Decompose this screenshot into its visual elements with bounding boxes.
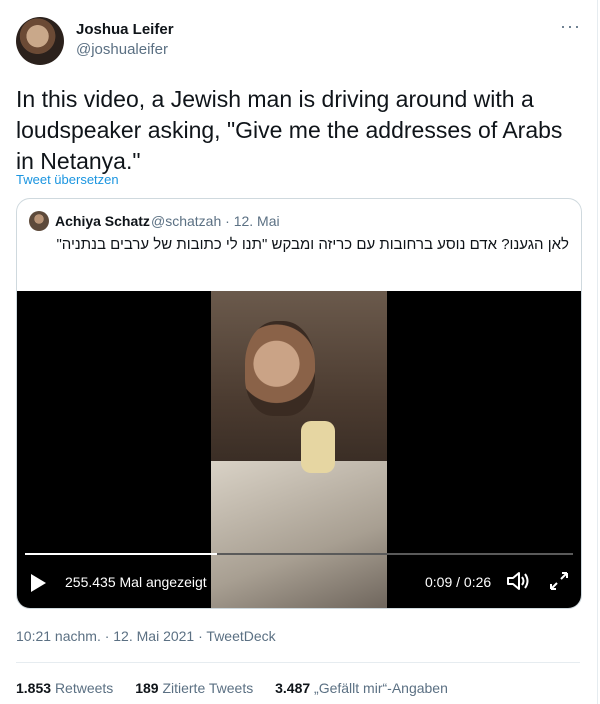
author-name[interactable]: Joshua Leifer	[76, 21, 174, 38]
quote-text: לאן הגענו? אדם נוסע ברחובות עם כריזה ומב…	[56, 236, 569, 253]
video-time: 0:09 / 0:26	[425, 574, 492, 590]
video-player[interactable]: 255.435 Mal angezeigt 0:09 / 0:26	[17, 291, 581, 608]
author-handle[interactable]: @joshualeifer	[76, 41, 168, 58]
video-subject-body	[211, 461, 387, 608]
quotes-label: Zitierte Tweets	[162, 680, 254, 696]
retweets-label: Retweets	[54, 680, 114, 696]
translate-link[interactable]: Tweet übersetzen	[16, 172, 119, 187]
play-icon[interactable]	[31, 574, 46, 592]
tweet-card: Joshua Leifer @joshualeifer ··· In this …	[0, 0, 598, 704]
quotes-stat[interactable]: 189 Zitierte Tweets	[135, 680, 257, 696]
video-subject	[245, 321, 315, 416]
quote-handle: @schatzah	[151, 213, 222, 229]
retweets-stat[interactable]: 1.853 Retweets	[16, 680, 117, 696]
tweet-text: In this video, a Jewish man is driving a…	[16, 86, 563, 174]
likes-count: 3.487	[275, 680, 311, 696]
video-frame	[211, 291, 387, 608]
video-microphone	[301, 421, 335, 473]
quote-avatar[interactable]	[29, 211, 49, 231]
likes-label: „Gefällt mir“-Angaben	[314, 680, 448, 696]
quote-author-name[interactable]: Achiya Schatz	[55, 213, 150, 229]
video-progress-fill	[25, 553, 217, 555]
divider	[16, 662, 580, 663]
more-icon[interactable]: ···	[560, 16, 581, 37]
quotes-count: 189	[135, 680, 159, 696]
volume-icon[interactable]	[505, 569, 531, 593]
video-views: 255.435 Mal angezeigt	[65, 574, 207, 590]
quote-date: · 12. Mai	[225, 213, 280, 229]
quote-meta: @schatzah · 12. Mai	[151, 213, 280, 229]
likes-stat[interactable]: 3.487 „Gefällt mir“-Angaben	[275, 680, 448, 696]
tweet-stats: 1.853 Retweets 189 Zitierte Tweets 3.487…	[16, 680, 466, 696]
avatar[interactable]	[16, 17, 64, 65]
tweet-timestamp[interactable]: 10:21 nachm. · 12. Mai 2021 · TweetDeck	[16, 628, 276, 644]
retweets-count: 1.853	[16, 680, 52, 696]
fullscreen-icon[interactable]	[547, 569, 571, 593]
quoted-tweet[interactable]: Achiya Schatz @schatzah · 12. Mai לאן הג…	[16, 198, 582, 609]
